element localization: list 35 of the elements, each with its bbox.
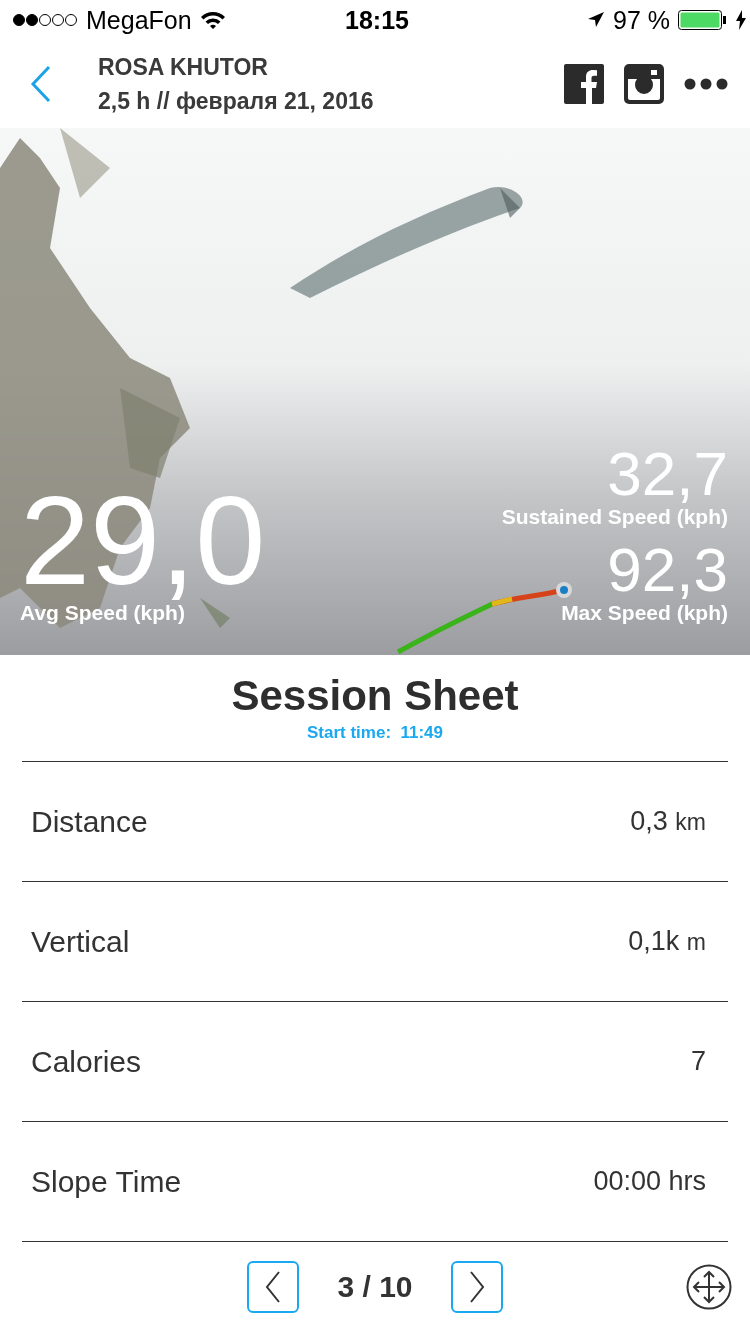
signal-icon [12,13,78,27]
charging-bolt-icon [736,10,746,30]
avg-speed-value: 29,0 [20,481,266,601]
chevron-left-icon [265,1271,282,1303]
row-label: Distance [31,804,148,839]
sheet-title: Session Sheet [230,673,520,719]
carrier-name: MegaFon [86,5,192,35]
clock-time: 18:15 [345,5,409,35]
location-arrow-icon [587,11,605,29]
start-time: Start time: 11:49 [22,723,728,762]
session-subtitle: 2,5 h // февраля 21, 2016 [98,87,375,116]
stat-label: Max Speed (kph) [561,601,728,625]
wifi-icon [199,10,226,30]
row-label: Vertical [31,924,130,959]
battery-percent: 97 % [613,5,670,35]
facebook-icon[interactable] [564,64,604,104]
stat-label: Sustained Speed (kph) [501,505,728,529]
resort-title: ROSA KHUTOR [98,53,269,82]
row-label: Calories [31,1044,142,1079]
chevron-right-icon [468,1271,485,1303]
row-label: Slope Time [31,1164,182,1199]
next-button[interactable] [450,1261,503,1313]
instagram-icon[interactable] [624,64,664,104]
battery-icon [678,10,728,30]
more-icon[interactable] [684,78,728,90]
previous-button[interactable] [247,1261,300,1313]
page-indicator: 3 / 10 [337,1270,413,1304]
move-icon[interactable] [686,1264,732,1310]
row-value: 7 [690,1046,706,1077]
row-value: 00:00 hrs [593,1166,706,1197]
row-value: 0,3 km [630,806,706,837]
speed-value: 92,3 [607,539,728,601]
row-value: 0,1k m [628,926,706,957]
stat-label: Avg Speed (kph) [20,601,185,625]
speed-value: 32,7 [607,443,728,505]
